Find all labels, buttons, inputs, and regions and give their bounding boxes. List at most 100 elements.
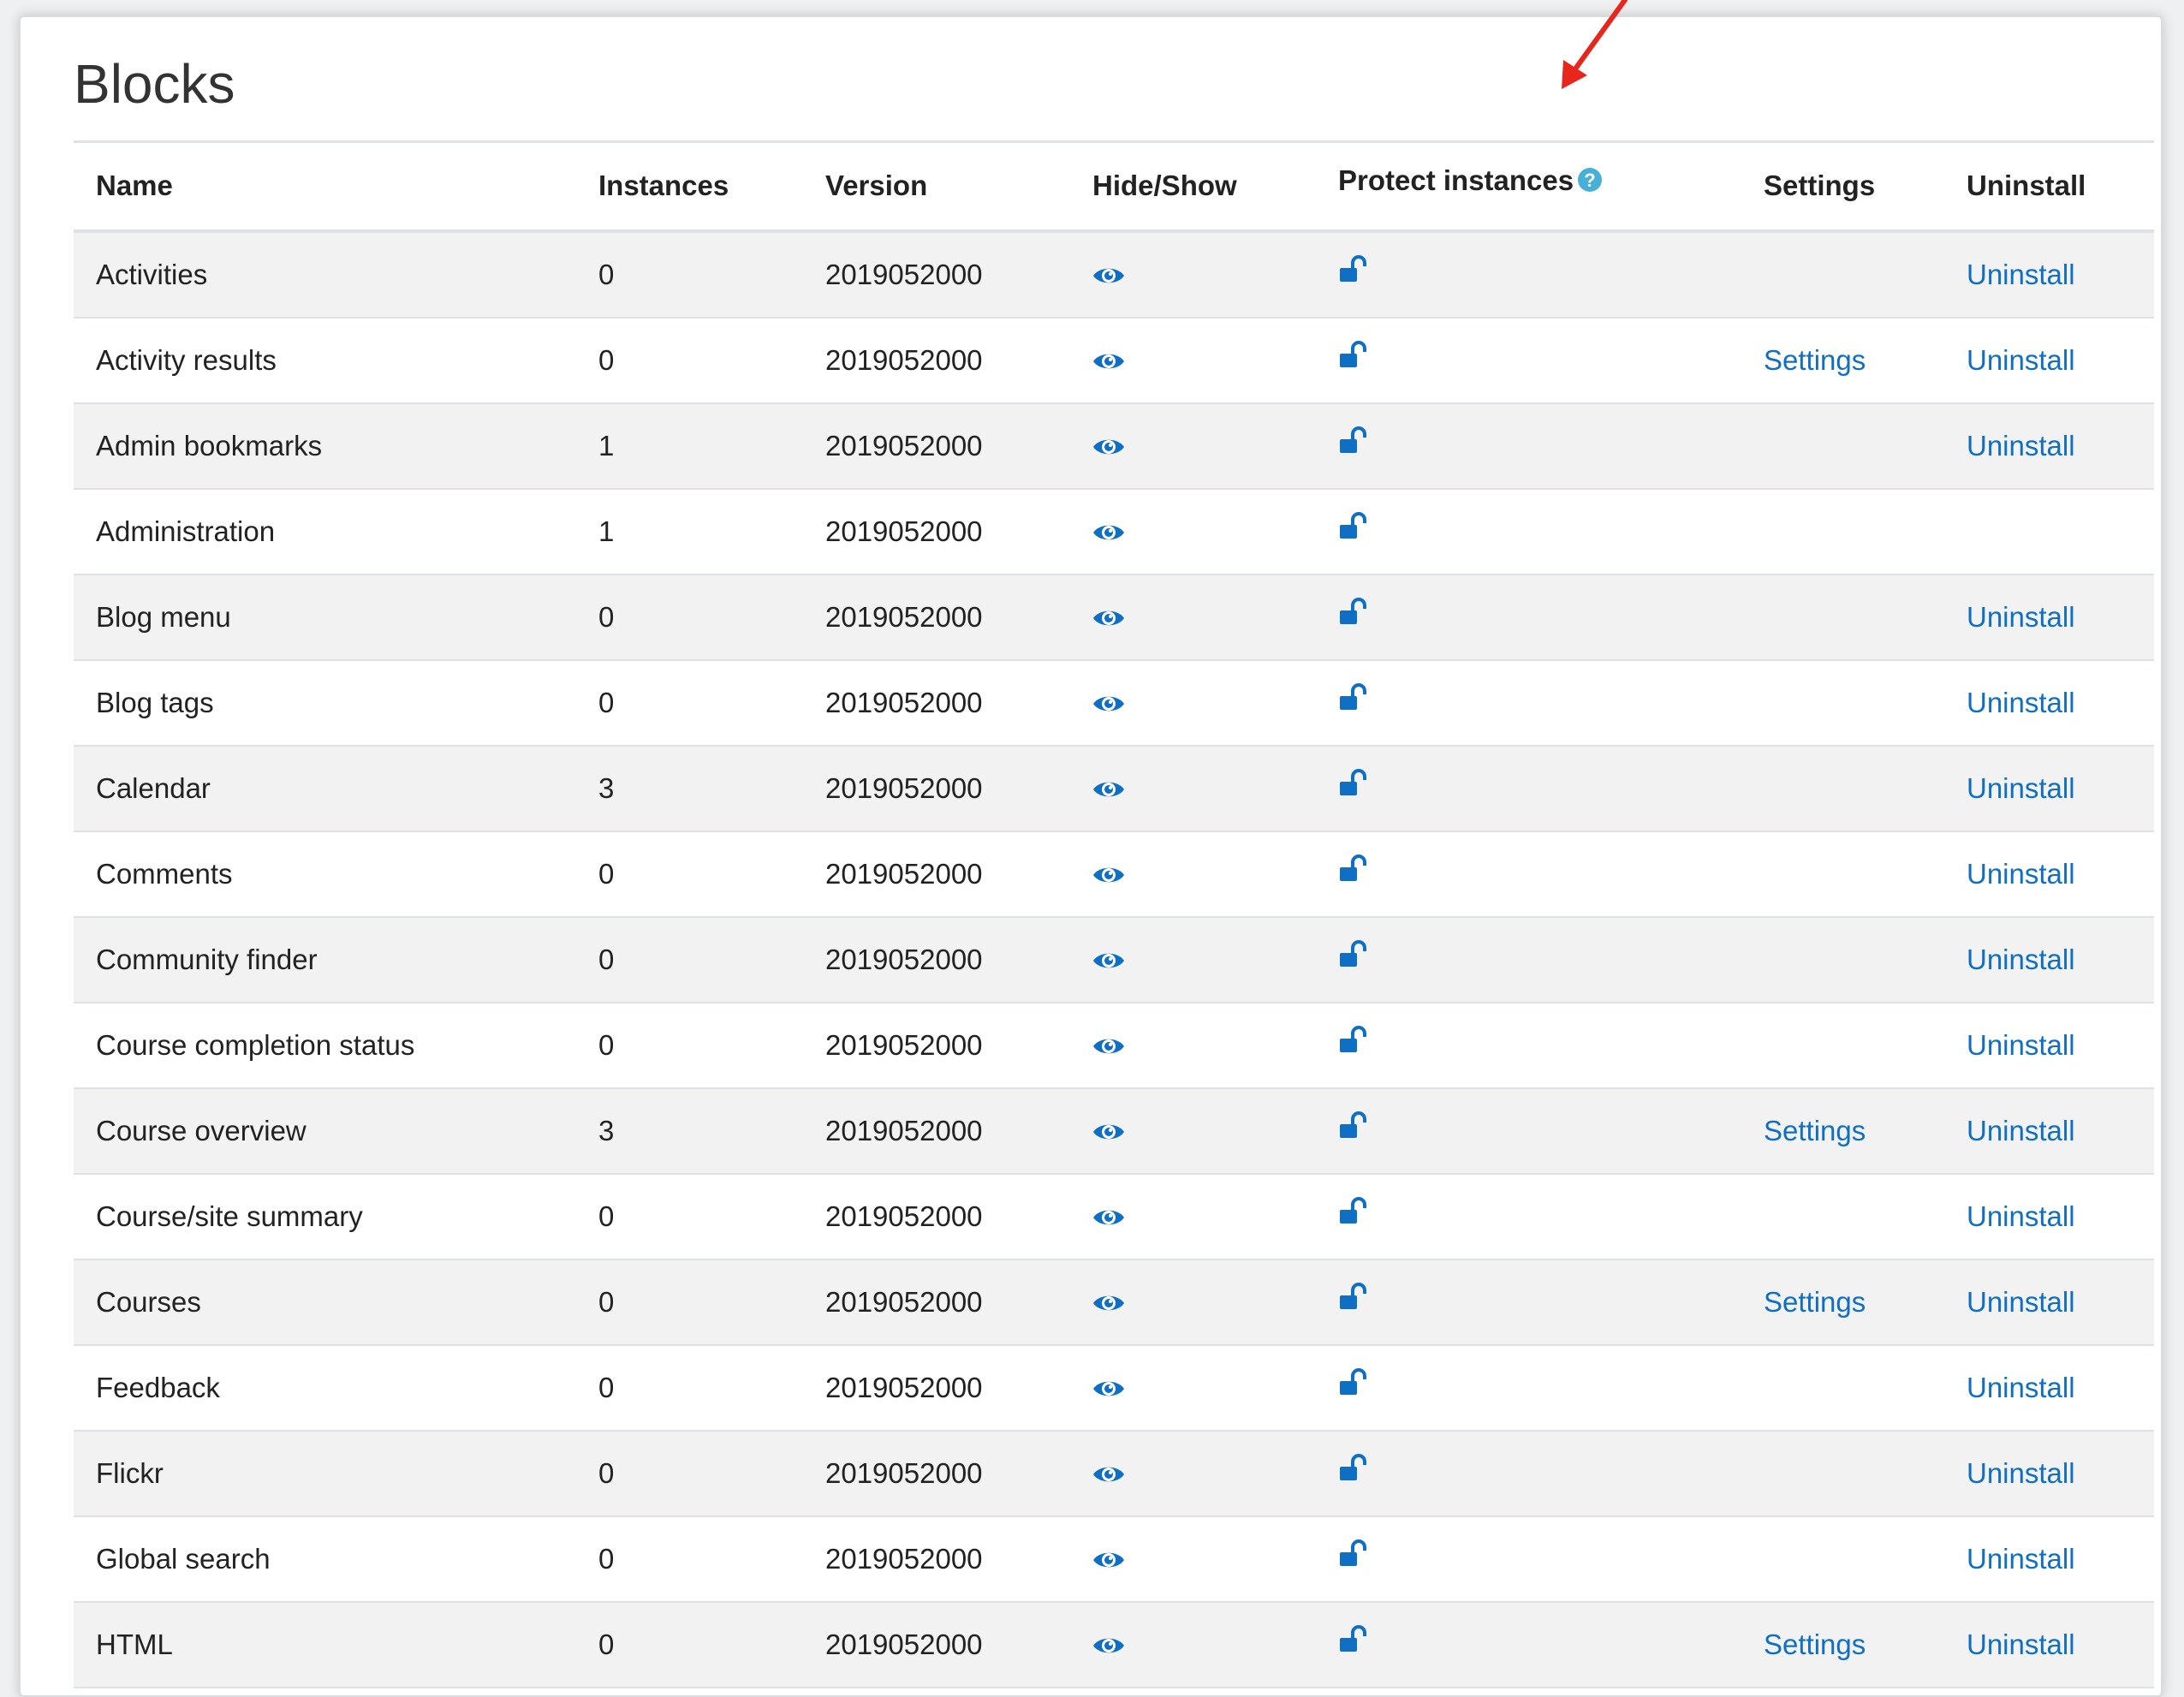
uninstall-link[interactable]: Uninstall xyxy=(1967,1115,2075,1146)
eye-icon[interactable] xyxy=(1092,345,1125,378)
cell-version: 2019052000 xyxy=(803,1087,1070,1175)
instances-count: 0 xyxy=(598,600,615,633)
cell-uninstall: Uninstall xyxy=(1944,1259,2154,1346)
cell-version: 2019052000 xyxy=(803,1344,1070,1432)
cell-instances: 0 xyxy=(576,1002,803,1089)
unlock-icon[interactable] xyxy=(1338,854,1371,886)
unlock-icon[interactable] xyxy=(1338,1282,1371,1314)
eye-icon[interactable] xyxy=(1092,1116,1125,1148)
uninstall-link[interactable]: Uninstall xyxy=(1967,772,2075,804)
cell-uninstall: Uninstall xyxy=(1944,317,2154,404)
unlock-icon[interactable] xyxy=(1338,1025,1371,1057)
unlock-icon[interactable] xyxy=(1338,939,1371,972)
uninstall-link[interactable]: Uninstall xyxy=(1967,259,2075,290)
unlock-icon[interactable] xyxy=(1338,1539,1371,1571)
eye-icon[interactable] xyxy=(1092,688,1125,720)
eye-icon[interactable] xyxy=(1092,1629,1125,1662)
cell-instances: 1 xyxy=(576,488,803,575)
uninstall-link[interactable]: Uninstall xyxy=(1967,1200,2075,1232)
cell-settings xyxy=(1741,488,1944,575)
version-number: 2019052000 xyxy=(825,1456,983,1489)
uninstall-link[interactable]: Uninstall xyxy=(1967,1029,2075,1061)
eye-icon[interactable] xyxy=(1092,431,1125,463)
version-number: 2019052000 xyxy=(825,686,983,718)
block-name: Course overview xyxy=(96,1114,306,1146)
uninstall-link[interactable]: Uninstall xyxy=(1967,1372,2075,1403)
unlock-icon[interactable] xyxy=(1338,682,1371,715)
cell-protect xyxy=(1316,1515,1741,1603)
settings-link[interactable]: Settings xyxy=(1764,1286,1866,1318)
uninstall-link[interactable]: Uninstall xyxy=(1967,344,2075,376)
cell-uninstall: Uninstall xyxy=(1944,745,2154,832)
eye-icon[interactable] xyxy=(1092,859,1125,891)
unlock-icon[interactable] xyxy=(1338,1453,1371,1486)
uninstall-link[interactable]: Uninstall xyxy=(1967,1286,2075,1318)
unlock-icon[interactable] xyxy=(1338,254,1371,287)
cell-uninstall: Uninstall xyxy=(1944,574,2154,661)
instances-count: 0 xyxy=(598,258,615,290)
table-row: Feedback 0 2019052000 Uninstall xyxy=(74,1344,2154,1432)
cell-version: 2019052000 xyxy=(803,317,1070,404)
eye-icon[interactable] xyxy=(1092,1458,1125,1491)
unlock-icon[interactable] xyxy=(1338,1196,1371,1229)
instances-count: 0 xyxy=(598,1456,615,1489)
table-row: Courses 0 2019052000 Settings Uninstall xyxy=(74,1259,2154,1346)
settings-link[interactable]: Settings xyxy=(1764,1115,1866,1146)
uninstall-link[interactable]: Uninstall xyxy=(1967,1543,2075,1575)
cell-uninstall: Uninstall xyxy=(1944,1430,2154,1517)
unlock-icon[interactable] xyxy=(1338,1367,1371,1400)
uninstall-link[interactable]: Uninstall xyxy=(1967,1457,2075,1489)
settings-link[interactable]: Settings xyxy=(1764,344,1866,376)
cell-name: Blog menu xyxy=(74,574,576,661)
eye-icon[interactable] xyxy=(1092,1544,1125,1576)
cell-instances: 0 xyxy=(576,1173,803,1260)
cell-hide-show xyxy=(1070,317,1316,404)
unlock-icon[interactable] xyxy=(1338,1624,1371,1657)
unlock-icon[interactable] xyxy=(1338,340,1371,372)
cell-instances: 0 xyxy=(576,831,803,918)
uninstall-link[interactable]: Uninstall xyxy=(1967,430,2075,461)
uninstall-link[interactable]: Uninstall xyxy=(1967,1629,2075,1660)
cell-uninstall: Uninstall xyxy=(1944,1344,2154,1432)
cell-version: 2019052000 xyxy=(803,659,1070,747)
unlock-icon[interactable] xyxy=(1338,768,1371,801)
cell-instances: 1 xyxy=(576,402,803,490)
unlock-icon[interactable] xyxy=(1338,597,1371,629)
uninstall-link[interactable]: Uninstall xyxy=(1967,601,2075,633)
version-number: 2019052000 xyxy=(825,1628,983,1660)
uninstall-link[interactable]: Uninstall xyxy=(1967,687,2075,718)
cell-protect xyxy=(1316,1344,1741,1432)
cell-instances: 0 xyxy=(576,1344,803,1432)
instances-count: 0 xyxy=(598,1542,615,1575)
eye-icon[interactable] xyxy=(1092,1287,1125,1319)
cell-version: 2019052000 xyxy=(803,574,1070,661)
cell-settings: Settings xyxy=(1741,317,1944,404)
unlock-icon[interactable] xyxy=(1338,511,1371,544)
help-icon[interactable]: ? xyxy=(1577,167,1603,193)
eye-icon[interactable] xyxy=(1092,602,1125,634)
version-number: 2019052000 xyxy=(825,600,983,633)
uninstall-link[interactable]: Uninstall xyxy=(1967,944,2075,975)
red-arrow-annotation xyxy=(1562,0,1628,89)
settings-link[interactable]: Settings xyxy=(1764,1629,1866,1660)
cell-instances: 0 xyxy=(576,1601,803,1688)
cell-protect xyxy=(1316,1087,1741,1175)
eye-icon[interactable] xyxy=(1092,1372,1125,1405)
eye-icon[interactable] xyxy=(1092,1201,1125,1234)
eye-icon[interactable] xyxy=(1092,259,1125,292)
cell-uninstall: Uninstall xyxy=(1944,1601,2154,1688)
eye-icon[interactable] xyxy=(1092,1030,1125,1063)
block-name: Community finder xyxy=(96,943,318,975)
unlock-icon[interactable] xyxy=(1338,426,1371,458)
cell-name: Activities xyxy=(74,230,576,319)
cell-name: Admin bookmarks xyxy=(74,402,576,490)
eye-icon[interactable] xyxy=(1092,516,1125,549)
cell-hide-show xyxy=(1070,1344,1316,1432)
cell-version: 2019052000 xyxy=(803,488,1070,575)
uninstall-link[interactable]: Uninstall xyxy=(1967,858,2075,890)
cell-name: Course/site summary xyxy=(74,1173,576,1260)
unlock-icon[interactable] xyxy=(1338,1110,1371,1143)
eye-icon[interactable] xyxy=(1092,944,1125,977)
eye-icon[interactable] xyxy=(1092,773,1125,806)
table-row: Administration 1 2019052000 xyxy=(74,488,2154,575)
